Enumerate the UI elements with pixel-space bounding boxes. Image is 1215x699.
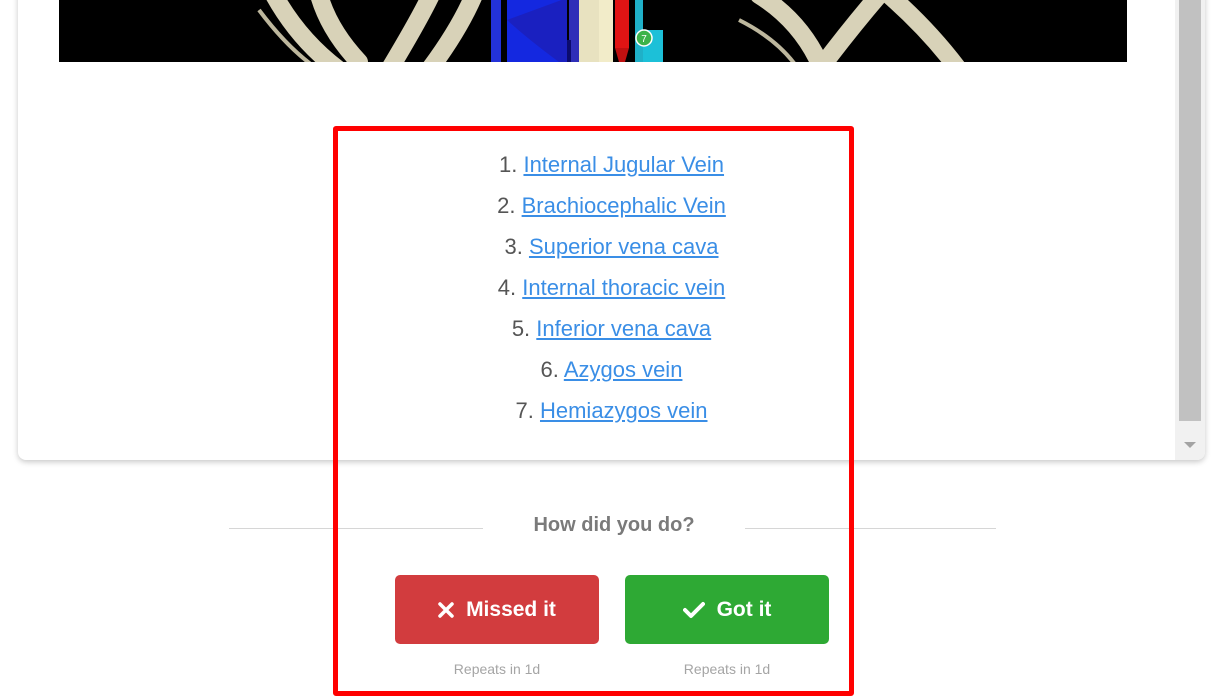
item-number: 5.	[511, 316, 531, 341]
marker-number: 7	[641, 34, 647, 45]
list-item: 6. Azygos vein	[18, 353, 1205, 394]
divider-right	[745, 528, 996, 529]
scrollbar-thumb[interactable]	[1179, 0, 1201, 421]
anatomy-3d-image[interactable]: 7	[59, 0, 1127, 62]
missed-it-label: Missed it	[466, 597, 556, 621]
vertical-scrollbar[interactable]	[1175, 0, 1205, 460]
list-item: 7. Hemiazygos vein	[18, 394, 1205, 435]
answer-link[interactable]: Brachiocephalic Vein	[522, 193, 726, 218]
list-item: 3. Superior vena cava	[18, 230, 1205, 271]
answer-link[interactable]: Internal thoracic vein	[522, 275, 725, 300]
missed-it-button[interactable]: Missed it	[395, 575, 599, 644]
got-it-button[interactable]: Got it	[625, 575, 829, 644]
answer-link[interactable]: Inferior vena cava	[536, 316, 711, 341]
feedback-prompt: How did you do?	[533, 514, 695, 536]
checkmark-icon	[682, 601, 705, 618]
chevron-down-icon[interactable]	[1184, 442, 1196, 448]
list-item: 2. Brachiocephalic Vein	[18, 189, 1205, 230]
item-number: 4.	[497, 275, 517, 300]
item-number: 3.	[504, 234, 523, 259]
answer-link[interactable]: Internal Jugular Vein	[523, 152, 724, 177]
item-number: 7.	[515, 398, 534, 423]
list-item: 1. Internal Jugular Vein	[18, 148, 1205, 189]
anatomy-illustration: 7	[257, 0, 965, 62]
item-number: 1.	[498, 152, 518, 177]
flashcard-panel: 7 1. Internal Jugular Vein 2. Brachiocep…	[18, 0, 1205, 460]
x-icon	[438, 601, 454, 618]
list-item: 4. Internal thoracic vein	[18, 271, 1205, 312]
item-number: 6.	[540, 357, 559, 382]
answer-link[interactable]: Azygos vein	[564, 357, 683, 382]
item-number: 2.	[497, 193, 516, 218]
answer-link[interactable]: Superior vena cava	[529, 234, 719, 259]
got-repeat-note: Repeats in 1d	[683, 661, 771, 677]
missed-repeat-note: Repeats in 1d	[453, 661, 541, 677]
list-item: 5. Inferior vena cava	[18, 312, 1205, 353]
got-it-label: Got it	[716, 597, 772, 621]
divider-left	[229, 528, 483, 529]
answer-list: 1. Internal Jugular Vein 2. Brachiocepha…	[18, 148, 1205, 435]
answer-link[interactable]: Hemiazygos vein	[540, 398, 708, 423]
